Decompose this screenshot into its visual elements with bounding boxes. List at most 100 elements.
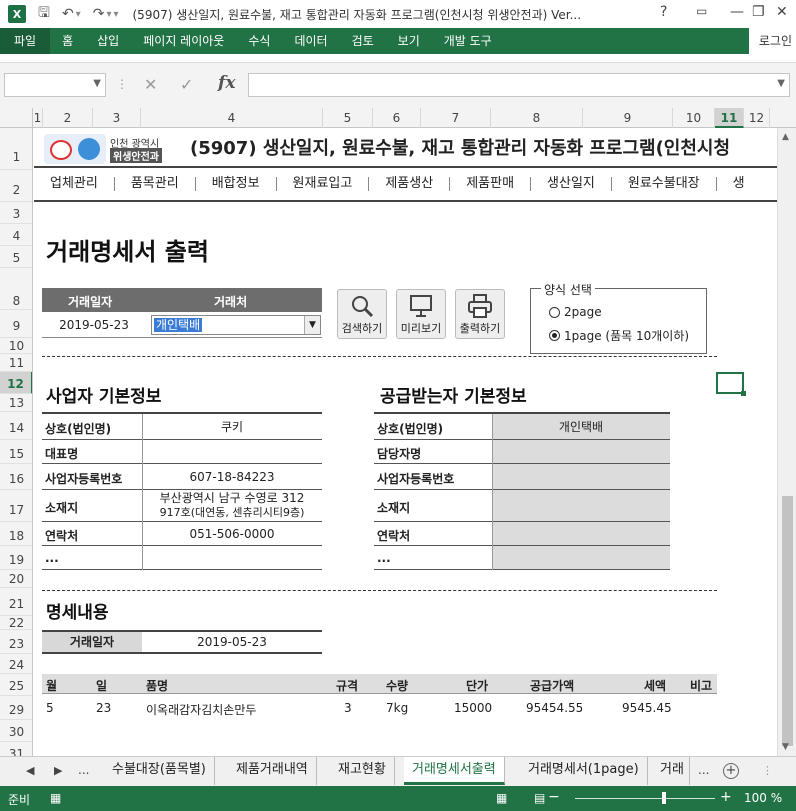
zoom-in-button[interactable]: + [720, 789, 732, 805]
tab-split-grip-icon[interactable]: ⋮ [762, 764, 773, 777]
row-header[interactable]: 19 [0, 546, 32, 570]
row-header[interactable]: 31 [0, 742, 32, 756]
menu-item-material-receipt[interactable]: 원재료입고 [277, 177, 370, 191]
undo-dropdown-icon[interactable]: ▾ [76, 9, 81, 20]
row-header[interactable]: 22 [0, 616, 32, 630]
confirm-entry-icon[interactable]: ✓ [180, 75, 193, 94]
column-header[interactable]: 1 [33, 108, 43, 128]
scroll-down-icon[interactable]: ▼ [782, 742, 789, 752]
radio-icon[interactable] [549, 306, 560, 318]
tab-data[interactable]: 데이터 [282, 28, 339, 54]
sheet-overflow-left[interactable]: ... [78, 763, 89, 777]
macro-record-icon[interactable]: ▦ [50, 791, 61, 805]
partner-select[interactable]: 개인택배 ▼ [151, 315, 321, 335]
ribbon-display-button[interactable]: ▭ [696, 4, 707, 18]
tab-insert[interactable]: 삽입 [85, 28, 131, 54]
field-value[interactable]: 607-18-84223 [142, 470, 322, 484]
row-header[interactable]: 1 [0, 128, 32, 170]
print-button[interactable]: 출력하기 [455, 289, 505, 339]
details-date-value[interactable]: 2019-05-23 [142, 632, 322, 652]
menu-item-material-ledger[interactable]: 원료수불대장 [612, 177, 717, 191]
row-header[interactable]: 20 [0, 570, 32, 588]
select-all-corner[interactable] [0, 108, 33, 128]
row-header-selected[interactable]: 12 [0, 372, 32, 394]
field-value[interactable]: 051-506-0000 [142, 527, 322, 541]
row-header[interactable]: 18 [0, 522, 32, 546]
column-header[interactable]: 10 [673, 108, 715, 128]
tab-page-layout[interactable]: 페이지 레이아웃 [131, 28, 236, 54]
chevron-down-icon[interactable]: ▼ [304, 316, 320, 334]
redo-dropdown-icon[interactable]: ▾ [106, 9, 111, 20]
zoom-slider[interactable] [575, 798, 715, 799]
preview-button[interactable]: 미리보기 [396, 289, 446, 339]
vertical-scrollbar[interactable]: ▲ ▼ [777, 128, 796, 756]
row-header[interactable]: 29 [0, 696, 32, 720]
menu-item-recipe[interactable]: 배합정보 [196, 177, 277, 191]
radio-selected-icon[interactable] [549, 330, 560, 341]
help-button[interactable]: ? [660, 4, 667, 20]
restore-button[interactable]: ❐ [752, 4, 765, 20]
menu-item-production-log[interactable]: 생산일지 [531, 177, 612, 191]
scroll-thumb[interactable] [782, 496, 793, 746]
field-value-line2[interactable]: 917호(대연동, 센츄리시티9층) [142, 506, 322, 520]
row-header[interactable]: 2 [0, 170, 32, 202]
page-layout-view-icon[interactable]: ▤ [534, 791, 545, 805]
format-option-1page[interactable]: 1page (품목 10개이하) [549, 327, 689, 344]
login-link[interactable]: 로그인 [748, 28, 796, 54]
column-header[interactable]: 9 [583, 108, 673, 128]
row-header[interactable]: 21 [0, 588, 32, 616]
menu-item-products[interactable]: 품목관리 [115, 177, 196, 191]
sheet-tab[interactable]: 재고현황 [330, 757, 395, 785]
name-box[interactable]: ▼ [4, 73, 106, 97]
row-header[interactable]: 16 [0, 464, 32, 490]
row-header[interactable]: 11 [0, 354, 32, 372]
expand-formula-bar-icon[interactable]: ▼ [777, 78, 785, 89]
formula-input[interactable]: ▼ [248, 73, 790, 97]
column-header[interactable]: 12 [744, 108, 770, 128]
row-header[interactable]: 30 [0, 720, 32, 742]
search-button[interactable]: 검색하기 [337, 289, 387, 339]
zoom-slider-handle[interactable] [662, 792, 666, 804]
field-value[interactable]: 개인택배 [492, 420, 670, 434]
row-header[interactable]: 8 [0, 268, 32, 310]
column-header[interactable]: 8 [491, 108, 583, 128]
sheet-tab[interactable]: 거래 [656, 757, 690, 785]
sheet-tab-active[interactable]: 거래명세서출력 [404, 757, 505, 785]
row-header[interactable]: 4 [0, 224, 32, 246]
tab-file[interactable]: 파일 [0, 28, 51, 54]
scroll-up-icon[interactable]: ▲ [782, 132, 789, 142]
close-button[interactable]: ✕ [776, 4, 788, 20]
normal-view-icon[interactable]: ▦ [496, 791, 507, 805]
field-value[interactable]: 쿠키 [142, 420, 322, 434]
selected-cell[interactable] [716, 372, 746, 396]
minimize-button[interactable]: — [730, 4, 744, 20]
tab-review[interactable]: 검토 [340, 28, 386, 54]
table-row[interactable]: 5 23 이옥래감자김치손만두 3 7kg 15000 95454.55 954… [42, 698, 717, 718]
row-header[interactable]: 15 [0, 440, 32, 464]
row-header[interactable]: 14 [0, 412, 32, 440]
menu-item-production[interactable]: 제품생산 [369, 177, 451, 191]
column-header[interactable]: 7 [421, 108, 491, 128]
redo-icon[interactable]: ↷ [93, 6, 105, 22]
column-header[interactable]: 6 [373, 108, 421, 128]
row-header[interactable]: 10 [0, 338, 32, 354]
add-sheet-icon[interactable]: + [723, 763, 739, 779]
column-header[interactable]: 2 [43, 108, 93, 128]
date-input[interactable]: 2019-05-23 [42, 314, 146, 336]
row-header[interactable]: 13 [0, 394, 32, 412]
sheet-tab[interactable]: 제품거래내역 [228, 757, 317, 785]
prev-sheet-icon[interactable]: ◀ [26, 764, 34, 777]
column-header-selected[interactable]: 11 [715, 108, 744, 128]
name-box-dropdown-icon[interactable]: ▼ [93, 78, 101, 89]
menu-item-more[interactable]: 생 [717, 177, 761, 191]
format-option-2page[interactable]: 2page [549, 305, 602, 319]
sheet-tab[interactable]: 수불대장(품목별) [104, 757, 215, 785]
row-header[interactable]: 9 [0, 310, 32, 338]
sheet-overflow-right[interactable]: ... [698, 763, 709, 777]
field-value[interactable]: 부산광역시 남구 수영로 312 [142, 491, 322, 505]
tab-home[interactable]: 홈 [50, 28, 85, 54]
row-header[interactable]: 5 [0, 246, 32, 268]
tab-view[interactable]: 보기 [386, 28, 432, 54]
worksheet[interactable]: 인천 광역시 위생안전과 (5907) 생산일지, 원료수불, 재고 통합관리 … [34, 128, 777, 756]
menu-item-sales[interactable]: 제품판매 [450, 177, 532, 191]
